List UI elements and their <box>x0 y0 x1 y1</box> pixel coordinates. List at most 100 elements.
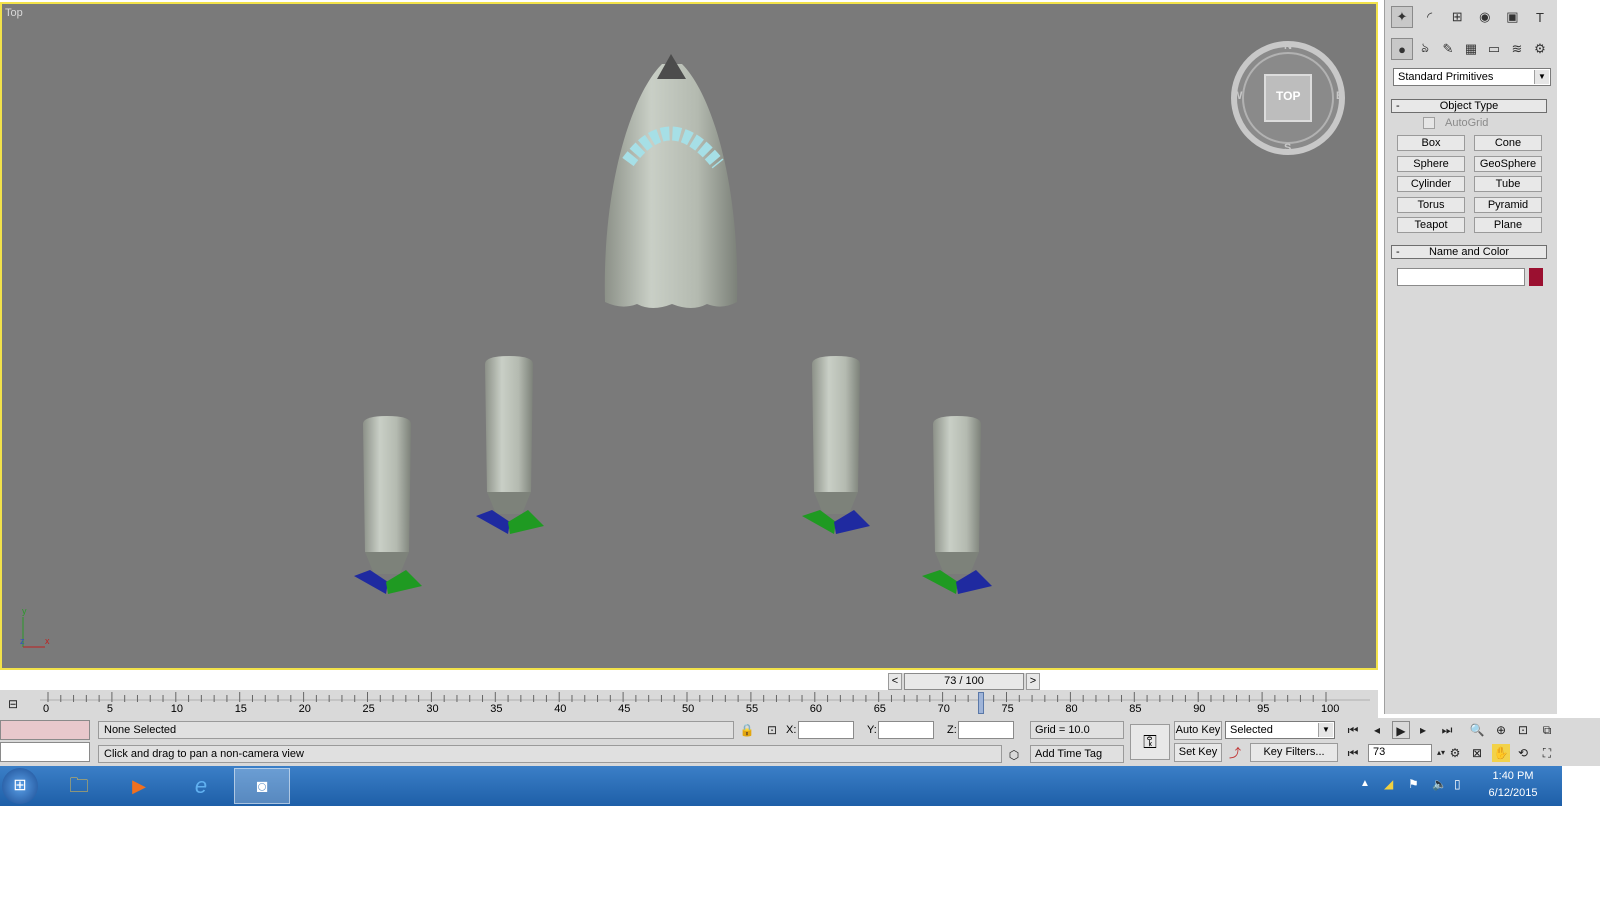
display-tab-icon[interactable]: ▣ <box>1501 6 1523 28</box>
track-bar-label: 45 <box>618 703 631 715</box>
name-color-title: Name and Color <box>1428 246 1510 258</box>
key-mode-dropdown[interactable]: Selected ▼ <box>1225 721 1335 739</box>
orbit-icon[interactable]: ⟲ <box>1514 744 1532 762</box>
media-player-icon[interactable]: ▶ <box>122 772 156 800</box>
geosphere-button[interactable]: GeoSphere <box>1474 156 1542 172</box>
clock-time[interactable]: 1:40 PM <box>1478 770 1548 782</box>
lock-icon[interactable]: 🔒 <box>738 721 756 739</box>
compass-west[interactable]: W <box>1232 90 1242 102</box>
z-label: Z: <box>947 724 957 736</box>
rocket-booster-1 <box>354 416 422 594</box>
track-bar-label: 10 <box>170 703 184 715</box>
top-viewport[interactable]: Top y x z TOP N S E W <box>0 2 1378 670</box>
hierarchy-tab-icon[interactable]: ⊞ <box>1446 6 1468 28</box>
field-of-view-icon[interactable]: ⊠ <box>1468 744 1486 762</box>
maxscript-listener-top[interactable] <box>0 720 90 740</box>
track-bar-label: 90 <box>1193 703 1206 715</box>
previous-frame-icon[interactable]: ◂ <box>1368 721 1386 739</box>
next-frame-icon[interactable]: ▸ <box>1414 721 1432 739</box>
autogrid-checkbox[interactable] <box>1423 117 1435 129</box>
maxscript-listener-bottom[interactable] <box>0 742 90 762</box>
zoom-icon[interactable]: 🔍 <box>1468 721 1486 739</box>
compass-north[interactable]: N <box>1284 40 1292 52</box>
shapes-icon[interactable]: ঌ <box>1414 38 1436 60</box>
create-tab-icon[interactable]: ✦ <box>1391 6 1413 28</box>
time-slider[interactable]: < 73 / 100 > <box>888 673 1040 690</box>
axis-x-label: x <box>45 636 50 646</box>
maximize-viewport-icon[interactable]: ⛶ <box>1538 744 1556 762</box>
track-bar-label: 85 <box>1129 703 1142 715</box>
object-name-input[interactable] <box>1397 268 1525 286</box>
start-button-icon[interactable]: ⊞ <box>2 768 38 804</box>
goto-end-icon[interactable]: ⏭ <box>1438 721 1456 739</box>
box-button[interactable]: Box <box>1397 135 1465 151</box>
torus-button[interactable]: Torus <box>1397 197 1465 213</box>
default-tangents-icon[interactable]: ⤴ <box>1226 744 1244 762</box>
primitive-type-dropdown[interactable]: Standard Primitives ▼ <box>1393 68 1551 86</box>
auto-key-button[interactable]: Auto Key <box>1174 721 1222 740</box>
viewcube-face-label[interactable]: TOP <box>1276 89 1300 103</box>
y-coordinate-input[interactable] <box>878 721 934 739</box>
zoom-extents-icon[interactable]: ⊡ <box>1514 721 1532 739</box>
motion-tab-icon[interactable]: ◉ <box>1474 6 1496 28</box>
key-filters-button[interactable]: Key Filters... <box>1250 743 1338 762</box>
clock-date[interactable]: 6/12/2015 <box>1478 787 1548 799</box>
3dsmax-taskbar-icon[interactable]: ◙ <box>234 768 290 804</box>
internet-explorer-icon[interactable]: e <box>184 772 218 800</box>
object-color-swatch[interactable] <box>1529 268 1543 286</box>
z-coordinate-input[interactable] <box>958 721 1014 739</box>
play-icon[interactable]: ▶ <box>1392 721 1410 739</box>
axis-y-label: y <box>22 606 27 616</box>
file-explorer-icon[interactable]: 🗀 <box>62 772 96 800</box>
cameras-icon[interactable]: ▦ <box>1460 38 1482 60</box>
plane-button[interactable]: Plane <box>1474 217 1542 233</box>
goto-start-icon[interactable]: ⏮ <box>1344 721 1362 739</box>
modify-tab-icon[interactable]: ◜ <box>1419 6 1441 28</box>
zoom-all-icon[interactable]: ⊕ <box>1492 721 1510 739</box>
power-icon[interactable]: ▯ <box>1454 777 1461 791</box>
time-configuration-icon[interactable]: ⚙ <box>1446 744 1464 762</box>
command-panel: ✦ ◜ ⊞ ◉ ▣ T ● ঌ ✎ ▦ ▭ ≋ ⚙ Standard Primi… <box>1384 0 1557 714</box>
key-mode-toggle-icon[interactable]: ⏮ <box>1344 744 1362 762</box>
teapot-button[interactable]: Teapot <box>1397 217 1465 233</box>
current-frame-input[interactable]: 73 <box>1368 744 1432 762</box>
systems-icon[interactable]: ⚙ <box>1529 38 1551 60</box>
track-bar[interactable]: ⊟ 0 5 10 15 20 25 30 35 40 45 50 55 60 65 70 75 80 85 90 95… <box>0 690 1378 718</box>
prev-frame-button[interactable]: < <box>888 673 902 690</box>
compass-east[interactable]: E <box>1336 90 1343 102</box>
tube-button[interactable]: Tube <box>1474 176 1542 192</box>
scene-canvas <box>22 41 1345 648</box>
object-type-title: Object Type <box>1439 100 1499 112</box>
volume-icon[interactable]: 🔈 <box>1432 777 1447 791</box>
cone-button[interactable]: Cone <box>1474 135 1542 151</box>
rocket-booster-2 <box>476 356 544 534</box>
show-hidden-icons-icon[interactable]: ▲ <box>1360 778 1370 789</box>
lights-icon[interactable]: ✎ <box>1437 38 1459 60</box>
next-frame-button[interactable]: > <box>1026 673 1040 690</box>
track-bar-label: 70 <box>937 703 950 715</box>
compass-south[interactable]: S <box>1284 142 1291 154</box>
utilities-tab-icon[interactable]: T <box>1529 6 1551 28</box>
action-center-icon[interactable]: ⚑ <box>1408 777 1419 791</box>
add-time-tag[interactable]: Add Time Tag <box>1030 745 1124 763</box>
network-icon[interactable]: ◢ <box>1384 777 1393 791</box>
time-slider-thumb[interactable]: 73 / 100 <box>904 673 1024 690</box>
key-mode-value: Selected <box>1230 724 1273 736</box>
zoom-extents-all-icon[interactable]: ⧉ <box>1538 721 1556 739</box>
sphere-button[interactable]: Sphere <box>1397 156 1465 172</box>
panel-tabs: ✦ ◜ ⊞ ◉ ▣ T <box>1391 6 1551 30</box>
geometry-icon[interactable]: ● <box>1391 38 1413 60</box>
pyramid-button[interactable]: Pyramid <box>1474 197 1542 213</box>
current-frame-marker[interactable] <box>977 692 984 714</box>
name-color-rollout-header[interactable]: - Name and Color <box>1391 245 1547 259</box>
spacewarps-icon[interactable]: ≋ <box>1506 38 1528 60</box>
cylinder-button[interactable]: Cylinder <box>1397 176 1465 192</box>
x-coordinate-input[interactable] <box>798 721 854 739</box>
absolute-mode-icon[interactable]: ⊡ <box>763 721 781 739</box>
object-type-rollout-header[interactable]: - Object Type <box>1391 99 1547 113</box>
helpers-icon[interactable]: ▭ <box>1483 38 1505 60</box>
track-bar-label: 100 <box>1321 703 1340 715</box>
set-key-icon[interactable]: ⚿ <box>1130 724 1170 760</box>
pan-view-icon[interactable]: ✋ <box>1492 744 1510 762</box>
set-key-button[interactable]: Set Key <box>1174 743 1222 762</box>
